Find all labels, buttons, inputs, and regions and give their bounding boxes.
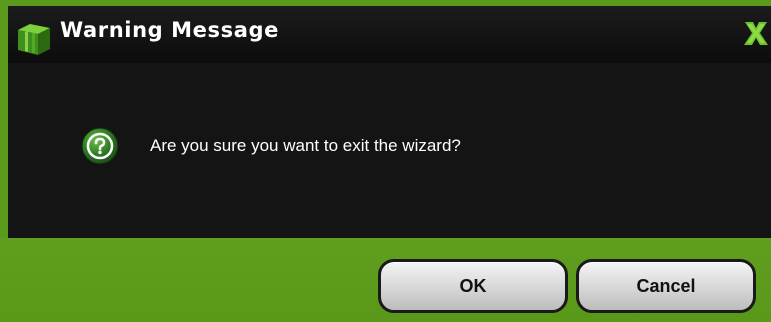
dialog-title: Warning Message: [60, 18, 279, 42]
dialog-body: Are you sure you want to exit the wizard…: [8, 63, 771, 238]
cube-icon: [18, 24, 50, 55]
warning-dialog: Warning Message Are you sure you want to…: [0, 0, 771, 322]
warning-message-text: Are you sure you want to exit the wizard…: [150, 136, 461, 155]
dialog-titlebar[interactable]: Warning Message: [8, 6, 771, 63]
close-x-icon[interactable]: [741, 16, 771, 50]
cancel-button[interactable]: Cancel: [576, 259, 756, 313]
ok-button[interactable]: OK: [378, 259, 568, 313]
question-icon: [81, 127, 119, 165]
dialog-footer: OK Cancel: [0, 238, 771, 322]
